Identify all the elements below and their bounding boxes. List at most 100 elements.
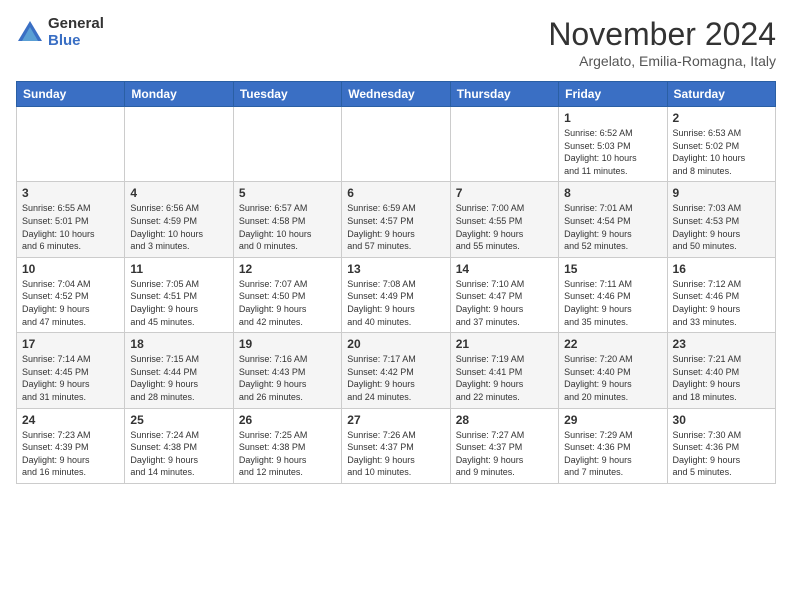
day-info: Sunrise: 6:59 AM Sunset: 4:57 PM Dayligh… <box>347 202 444 252</box>
day-number: 24 <box>22 413 119 427</box>
day-info: Sunrise: 7:16 AM Sunset: 4:43 PM Dayligh… <box>239 353 336 403</box>
day-number: 6 <box>347 186 444 200</box>
page-header: General Blue November 2024 Argelato, Emi… <box>16 16 776 69</box>
day-number: 13 <box>347 262 444 276</box>
calendar-cell: 19Sunrise: 7:16 AM Sunset: 4:43 PM Dayli… <box>233 333 341 408</box>
day-info: Sunrise: 7:15 AM Sunset: 4:44 PM Dayligh… <box>130 353 227 403</box>
calendar-cell <box>450 107 558 182</box>
calendar-header: SundayMondayTuesdayWednesdayThursdayFrid… <box>17 82 776 107</box>
calendar-cell: 9Sunrise: 7:03 AM Sunset: 4:53 PM Daylig… <box>667 182 775 257</box>
header-row: SundayMondayTuesdayWednesdayThursdayFrid… <box>17 82 776 107</box>
day-number: 16 <box>673 262 770 276</box>
day-info: Sunrise: 6:55 AM Sunset: 5:01 PM Dayligh… <box>22 202 119 252</box>
day-header-sunday: Sunday <box>17 82 125 107</box>
calendar-table: SundayMondayTuesdayWednesdayThursdayFrid… <box>16 81 776 484</box>
day-info: Sunrise: 7:26 AM Sunset: 4:37 PM Dayligh… <box>347 429 444 479</box>
day-number: 29 <box>564 413 661 427</box>
calendar-cell <box>233 107 341 182</box>
calendar-cell <box>17 107 125 182</box>
day-info: Sunrise: 7:21 AM Sunset: 4:40 PM Dayligh… <box>673 353 770 403</box>
day-info: Sunrise: 7:11 AM Sunset: 4:46 PM Dayligh… <box>564 278 661 328</box>
day-info: Sunrise: 7:23 AM Sunset: 4:39 PM Dayligh… <box>22 429 119 479</box>
calendar-cell: 6 Sunrise: 6:59 AM Sunset: 4:57 PM Daylig… <box>342 182 450 257</box>
day-number: 4 <box>130 186 227 200</box>
calendar-cell: 11 Sunrise: 7:05 AM Sunset: 4:51 PM Dayli… <box>125 257 233 332</box>
day-number: 23 <box>673 337 770 351</box>
day-info: Sunrise: 6:56 AM Sunset: 4:59 PM Dayligh… <box>130 202 227 252</box>
day-info: Sunrise: 6:52 AM Sunset: 5:03 PM Dayligh… <box>564 127 661 177</box>
calendar-cell: 22Sunrise: 7:20 AM Sunset: 4:40 PM Dayli… <box>559 333 667 408</box>
calendar-cell: 15 Sunrise: 7:11 AM Sunset: 4:46 PM Dayli… <box>559 257 667 332</box>
calendar-cell: 28 Sunrise: 7:27 AM Sunset: 4:37 PM Dayli… <box>450 408 558 483</box>
calendar-cell: 23 Sunrise: 7:21 AM Sunset: 4:40 PM Dayli… <box>667 333 775 408</box>
calendar-cell: 14Sunrise: 7:10 AM Sunset: 4:47 PM Dayli… <box>450 257 558 332</box>
day-number: 21 <box>456 337 553 351</box>
calendar-cell: 21Sunrise: 7:19 AM Sunset: 4:41 PM Dayli… <box>450 333 558 408</box>
day-number: 18 <box>130 337 227 351</box>
day-number: 12 <box>239 262 336 276</box>
calendar-cell: 25 Sunrise: 7:24 AM Sunset: 4:38 PM Dayli… <box>125 408 233 483</box>
day-header-friday: Friday <box>559 82 667 107</box>
day-number: 15 <box>564 262 661 276</box>
week-row-5: 24 Sunrise: 7:23 AM Sunset: 4:39 PM Dayli… <box>17 408 776 483</box>
calendar-cell: 26Sunrise: 7:25 AM Sunset: 4:38 PM Dayli… <box>233 408 341 483</box>
calendar-body: 1 Sunrise: 6:52 AM Sunset: 5:03 PM Daylig… <box>17 107 776 484</box>
calendar-cell: 24 Sunrise: 7:23 AM Sunset: 4:39 PM Dayli… <box>17 408 125 483</box>
day-number: 1 <box>564 111 661 125</box>
logo-blue-text: Blue <box>48 33 104 50</box>
day-number: 27 <box>347 413 444 427</box>
day-info: Sunrise: 7:20 AM Sunset: 4:40 PM Dayligh… <box>564 353 661 403</box>
day-info: Sunrise: 6:53 AM Sunset: 5:02 PM Dayligh… <box>673 127 770 177</box>
week-row-4: 17 Sunrise: 7:14 AM Sunset: 4:45 PM Dayli… <box>17 333 776 408</box>
day-number: 25 <box>130 413 227 427</box>
day-info: Sunrise: 7:27 AM Sunset: 4:37 PM Dayligh… <box>456 429 553 479</box>
day-number: 5 <box>239 186 336 200</box>
day-info: Sunrise: 6:57 AM Sunset: 4:58 PM Dayligh… <box>239 202 336 252</box>
month-title: November 2024 <box>548 16 776 53</box>
day-info: Sunrise: 7:05 AM Sunset: 4:51 PM Dayligh… <box>130 278 227 328</box>
day-number: 30 <box>673 413 770 427</box>
day-number: 3 <box>22 186 119 200</box>
calendar-cell: 2Sunrise: 6:53 AM Sunset: 5:02 PM Daylig… <box>667 107 775 182</box>
day-number: 10 <box>22 262 119 276</box>
calendar-cell: 5 Sunrise: 6:57 AM Sunset: 4:58 PM Daylig… <box>233 182 341 257</box>
day-info: Sunrise: 7:03 AM Sunset: 4:53 PM Dayligh… <box>673 202 770 252</box>
day-info: Sunrise: 7:12 AM Sunset: 4:46 PM Dayligh… <box>673 278 770 328</box>
calendar-cell: 17 Sunrise: 7:14 AM Sunset: 4:45 PM Dayli… <box>17 333 125 408</box>
calendar-cell: 29 Sunrise: 7:29 AM Sunset: 4:36 PM Dayli… <box>559 408 667 483</box>
week-row-3: 10Sunrise: 7:04 AM Sunset: 4:52 PM Dayli… <box>17 257 776 332</box>
calendar-cell: 4 Sunrise: 6:56 AM Sunset: 4:59 PM Daylig… <box>125 182 233 257</box>
day-number: 28 <box>456 413 553 427</box>
calendar-cell: 16 Sunrise: 7:12 AM Sunset: 4:46 PM Dayli… <box>667 257 775 332</box>
day-info: Sunrise: 7:29 AM Sunset: 4:36 PM Dayligh… <box>564 429 661 479</box>
day-number: 11 <box>130 262 227 276</box>
day-info: Sunrise: 7:14 AM Sunset: 4:45 PM Dayligh… <box>22 353 119 403</box>
day-info: Sunrise: 7:24 AM Sunset: 4:38 PM Dayligh… <box>130 429 227 479</box>
calendar-cell: 1 Sunrise: 6:52 AM Sunset: 5:03 PM Daylig… <box>559 107 667 182</box>
logo-general-text: General <box>48 16 104 33</box>
day-header-saturday: Saturday <box>667 82 775 107</box>
day-number: 8 <box>564 186 661 200</box>
day-info: Sunrise: 7:07 AM Sunset: 4:50 PM Dayligh… <box>239 278 336 328</box>
day-header-tuesday: Tuesday <box>233 82 341 107</box>
week-row-2: 3 Sunrise: 6:55 AM Sunset: 5:01 PM Daylig… <box>17 182 776 257</box>
logo: General Blue <box>16 16 104 49</box>
day-number: 17 <box>22 337 119 351</box>
week-row-1: 1 Sunrise: 6:52 AM Sunset: 5:03 PM Daylig… <box>17 107 776 182</box>
calendar-cell: 18 Sunrise: 7:15 AM Sunset: 4:44 PM Dayli… <box>125 333 233 408</box>
day-number: 7 <box>456 186 553 200</box>
calendar-cell: 7 Sunrise: 7:00 AM Sunset: 4:55 PM Daylig… <box>450 182 558 257</box>
day-info: Sunrise: 7:30 AM Sunset: 4:36 PM Dayligh… <box>673 429 770 479</box>
calendar-cell: 13Sunrise: 7:08 AM Sunset: 4:49 PM Dayli… <box>342 257 450 332</box>
day-number: 14 <box>456 262 553 276</box>
logo-icon <box>16 19 44 47</box>
day-header-wednesday: Wednesday <box>342 82 450 107</box>
day-header-thursday: Thursday <box>450 82 558 107</box>
calendar-cell: 8 Sunrise: 7:01 AM Sunset: 4:54 PM Daylig… <box>559 182 667 257</box>
location-text: Argelato, Emilia-Romagna, Italy <box>548 53 776 69</box>
day-info: Sunrise: 7:01 AM Sunset: 4:54 PM Dayligh… <box>564 202 661 252</box>
calendar-cell: 12 Sunrise: 7:07 AM Sunset: 4:50 PM Dayli… <box>233 257 341 332</box>
day-info: Sunrise: 7:00 AM Sunset: 4:55 PM Dayligh… <box>456 202 553 252</box>
logo-text: General Blue <box>48 16 104 49</box>
calendar-cell: 30 Sunrise: 7:30 AM Sunset: 4:36 PM Dayli… <box>667 408 775 483</box>
